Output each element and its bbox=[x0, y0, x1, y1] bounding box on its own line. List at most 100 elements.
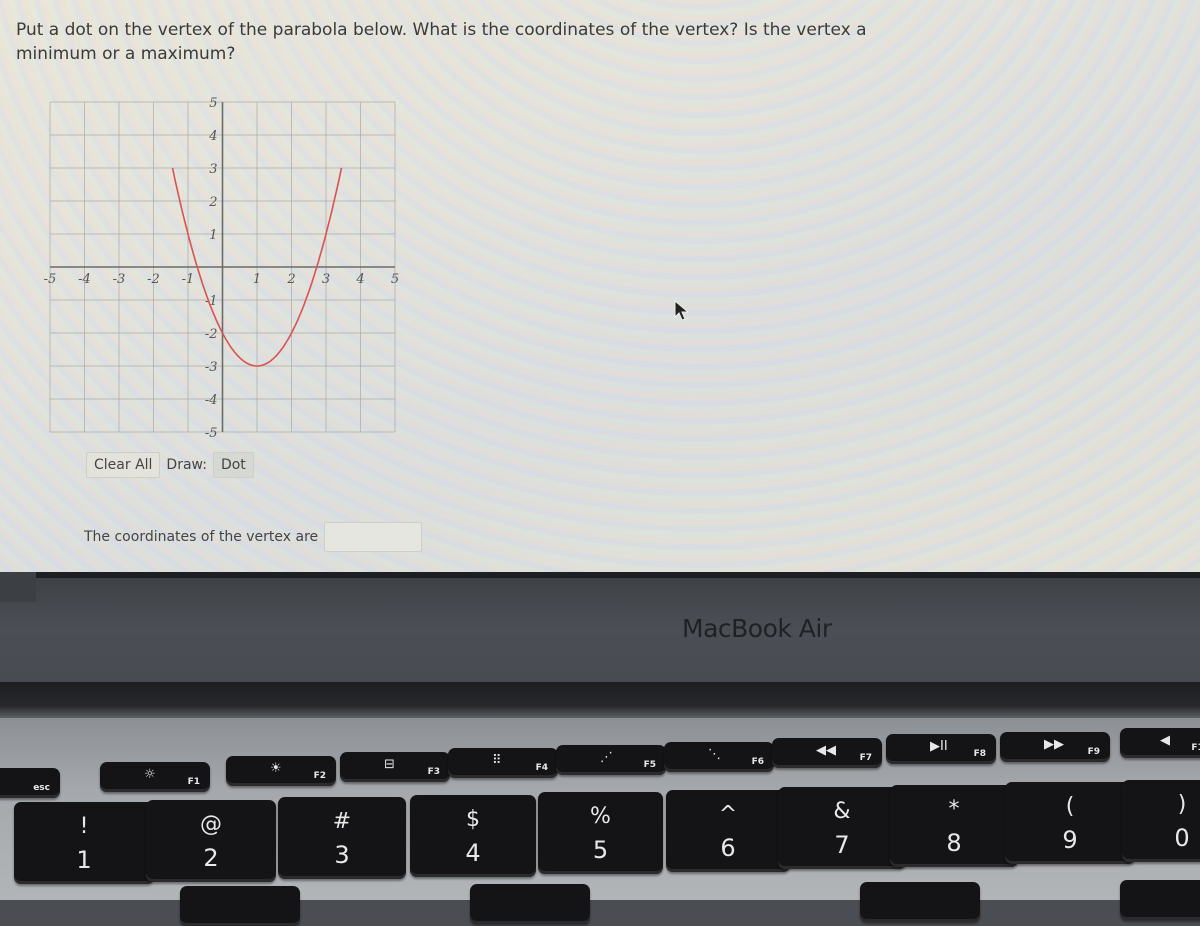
key-o-partial[interactable] bbox=[1120, 880, 1200, 920]
y-tick-label: -5 bbox=[205, 426, 218, 441]
key-6[interactable]: ^6 bbox=[666, 790, 790, 872]
key-4[interactable]: $4 bbox=[410, 795, 536, 877]
y-tick-label: 3 bbox=[209, 162, 217, 177]
function-key-label: F7 bbox=[860, 753, 872, 763]
key-f1[interactable]: ☼ F1 bbox=[100, 762, 210, 792]
key-7[interactable]: &7 bbox=[778, 787, 906, 869]
function-key-label: F4 bbox=[536, 763, 548, 773]
key-shift-symbol: & bbox=[778, 799, 906, 824]
key-digit: 0 bbox=[1122, 824, 1200, 852]
function-key-label: F2 bbox=[314, 771, 326, 781]
key-f2[interactable]: ☀ F2 bbox=[226, 756, 336, 786]
x-tick-label: 4 bbox=[355, 272, 364, 287]
key-digit: 5 bbox=[538, 836, 663, 864]
function-key-label: F8 bbox=[974, 749, 986, 759]
question-prompt: Put a dot on the vertex of the parabola … bbox=[16, 18, 896, 66]
key-shift-symbol: ^ bbox=[666, 802, 790, 827]
key-f7[interactable]: ◀◀ F7 bbox=[772, 738, 882, 768]
y-tick-label: 4 bbox=[208, 129, 217, 144]
y-tick-label: -3 bbox=[205, 360, 218, 375]
function-key-symbol-icon: ▶II bbox=[930, 739, 948, 754]
keyboard: esc ☼ F1 ☀ F2 ⊟ F3 ⠿ F4 ⋰ F5 ⋱ F6 ◀◀ F7 ▶II F8 ▶▶ F9 ◀ F10 !… bbox=[0, 718, 1200, 900]
key-shift-symbol: % bbox=[538, 804, 663, 829]
key-esc[interactable]: esc bbox=[0, 768, 60, 798]
key-f8[interactable]: ▶II F8 bbox=[886, 734, 996, 764]
key-0[interactable]: )0 bbox=[1122, 780, 1200, 862]
key-9[interactable]: (9 bbox=[1005, 782, 1135, 864]
key-shift-symbol: * bbox=[890, 797, 1018, 822]
brand-label: MacBook Air bbox=[682, 614, 832, 643]
function-key-symbol-icon: ☼ bbox=[144, 767, 156, 782]
key-digit: 6 bbox=[666, 834, 790, 862]
x-tick-label: 5 bbox=[391, 272, 399, 287]
function-key-label: F6 bbox=[752, 757, 764, 767]
function-key-label: F5 bbox=[644, 760, 656, 770]
key-shift-symbol: # bbox=[278, 809, 406, 834]
function-key-label: F3 bbox=[428, 767, 440, 777]
function-key-symbol-icon: ☀ bbox=[270, 761, 282, 776]
screen: Put a dot on the vertex of the parabola … bbox=[0, 0, 1200, 588]
function-key-symbol-icon: ▶▶ bbox=[1044, 737, 1064, 752]
key-digit: 7 bbox=[778, 831, 906, 859]
key-shift-symbol: ( bbox=[1005, 794, 1135, 819]
key-u-partial[interactable] bbox=[860, 882, 980, 922]
parabola-graph[interactable]: -5-4-3-2-11234554321-1-2-3-4-5 bbox=[30, 84, 430, 454]
key-8[interactable]: *8 bbox=[890, 785, 1018, 867]
clear-all-button[interactable]: Clear All bbox=[86, 452, 160, 478]
key-digit: 1 bbox=[14, 846, 154, 874]
graph-controls: Clear All Draw: Dot bbox=[86, 452, 254, 478]
x-tick-label: -5 bbox=[44, 272, 57, 287]
y-tick-label: 5 bbox=[209, 96, 217, 111]
key-1[interactable]: !1 bbox=[14, 802, 154, 884]
key-f10[interactable]: ◀ F10 bbox=[1120, 728, 1200, 758]
key-5[interactable]: %5 bbox=[538, 792, 663, 874]
key-shift-symbol: $ bbox=[410, 807, 536, 832]
function-key-label: F1 bbox=[188, 777, 200, 787]
key-e-partial[interactable] bbox=[470, 884, 590, 924]
vertex-coordinates-input[interactable] bbox=[324, 522, 422, 552]
draw-label: Draw: bbox=[166, 457, 207, 473]
function-key-label: F10 bbox=[1191, 743, 1200, 753]
key-f9[interactable]: ▶▶ F9 bbox=[1000, 732, 1110, 762]
laptop-hinge bbox=[0, 682, 1200, 722]
key-2[interactable]: @2 bbox=[146, 800, 276, 882]
x-tick-label: 1 bbox=[253, 272, 261, 287]
x-tick-label: 3 bbox=[322, 272, 330, 287]
function-key-symbol-icon: ⠿ bbox=[492, 753, 502, 768]
answer-label: The coordinates of the vertex are bbox=[84, 529, 318, 545]
key-3[interactable]: #3 bbox=[278, 797, 406, 879]
graph-canvas[interactable]: -5-4-3-2-11234554321-1-2-3-4-5 bbox=[30, 84, 430, 454]
answer-row: The coordinates of the vertex are bbox=[84, 522, 422, 552]
key-q-partial[interactable] bbox=[180, 886, 300, 926]
key-digit: 8 bbox=[890, 829, 1018, 857]
key-shift-symbol: ! bbox=[14, 814, 154, 839]
function-key-symbol-icon: ◀◀ bbox=[816, 743, 836, 758]
x-tick-label: -4 bbox=[78, 272, 91, 287]
function-key-symbol-icon: ◀ bbox=[1160, 733, 1170, 748]
dot-tool-button[interactable]: Dot bbox=[213, 452, 254, 478]
function-key-symbol-icon: ⊟ bbox=[384, 757, 395, 772]
y-tick-label: -2 bbox=[205, 327, 218, 342]
y-tick-label: 2 bbox=[208, 195, 217, 210]
key-digit: 3 bbox=[278, 841, 406, 869]
key-digit: 4 bbox=[410, 839, 536, 867]
function-key-symbol-icon: ⋱ bbox=[708, 747, 721, 762]
mouse-cursor-icon bbox=[674, 300, 690, 322]
y-tick-label: -4 bbox=[205, 393, 218, 408]
key-f3[interactable]: ⊟ F3 bbox=[340, 752, 450, 782]
function-key-label: F9 bbox=[1088, 747, 1100, 757]
function-key-symbol-icon: ⋰ bbox=[600, 750, 613, 765]
function-key-label: esc bbox=[33, 783, 50, 793]
y-tick-label: 1 bbox=[209, 228, 217, 243]
key-f6[interactable]: ⋱ F6 bbox=[664, 742, 774, 772]
key-f4[interactable]: ⠿ F4 bbox=[448, 748, 558, 778]
key-shift-symbol: @ bbox=[146, 812, 276, 837]
x-tick-label: -3 bbox=[113, 272, 126, 287]
key-f5[interactable]: ⋰ F5 bbox=[556, 745, 666, 775]
key-shift-symbol: ) bbox=[1122, 792, 1200, 817]
key-digit: 2 bbox=[146, 844, 276, 872]
x-tick-label: 2 bbox=[286, 272, 295, 287]
x-tick-label: -2 bbox=[147, 272, 160, 287]
key-digit: 9 bbox=[1005, 826, 1135, 854]
x-tick-label: -1 bbox=[182, 272, 195, 287]
